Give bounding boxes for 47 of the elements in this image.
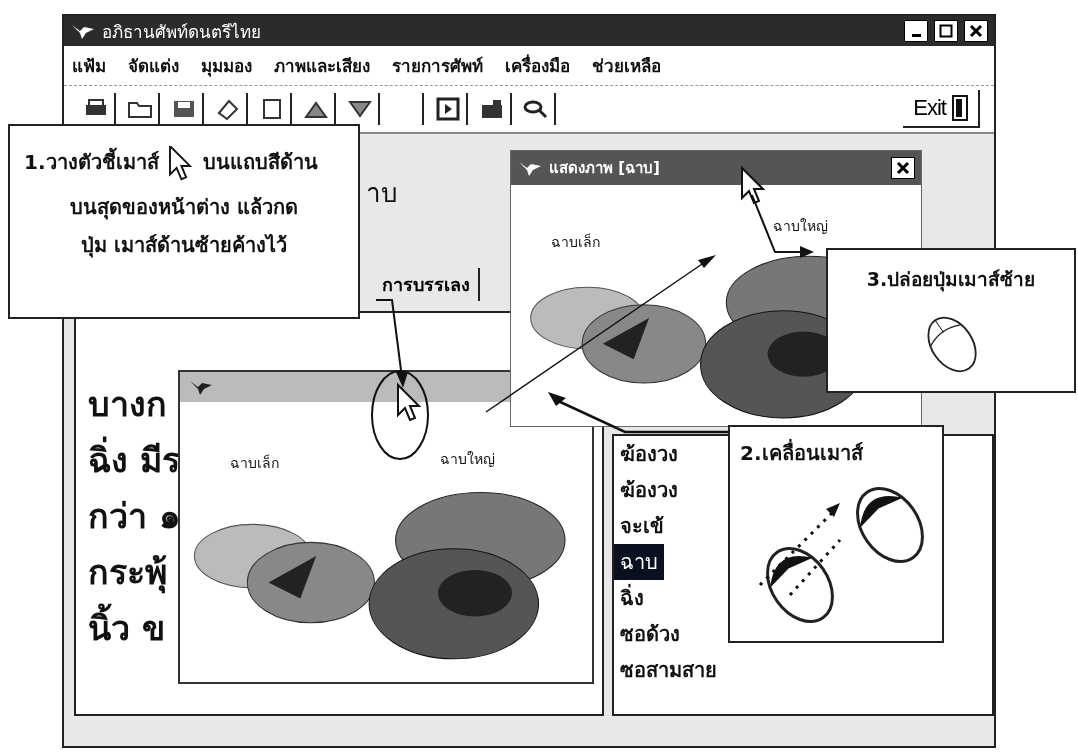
- list-item[interactable]: ซอด้วง: [614, 616, 686, 652]
- minimize-button[interactable]: [904, 20, 928, 42]
- cursor-icon: [397, 382, 422, 422]
- callout-text: 2.เคลื่อนเมาส์: [740, 438, 863, 467]
- door-icon: [952, 95, 968, 121]
- exit-button[interactable]: Exit: [903, 90, 980, 128]
- entry-text: กระพุ้: [88, 551, 167, 593]
- menu-item[interactable]: แฟ้ม: [72, 52, 106, 79]
- window-title: แสดงภาพ [ฉาบ]: [549, 158, 661, 179]
- menu-item[interactable]: ภาพและเสียง: [274, 52, 370, 79]
- callout-text: บนสุดของหน้าต่าง แล้วกดปุ่ม เมาส์ด้านซ้ายค้างไว้: [69, 194, 299, 260]
- picture-label: ฉาบใหญ่: [440, 450, 495, 469]
- title-bar[interactable]: แสดงภาพ [ฉาบ]: [511, 151, 921, 185]
- mouse-icon: [856, 487, 924, 563]
- callout-text: 3.ปล่อยปุ่มเมาส์ซ้าย: [866, 267, 1036, 294]
- list-item[interactable]: ฆ้องวง: [614, 436, 684, 472]
- menu-item[interactable]: ช่วยเหลือ: [592, 52, 661, 79]
- list-item[interactable]: ฉาบ: [614, 544, 664, 580]
- close-button[interactable]: [964, 20, 988, 42]
- menu-item[interactable]: มุมมอง: [201, 52, 252, 79]
- play-icon: [435, 97, 461, 121]
- tab[interactable]: การบรรเลง: [374, 268, 480, 301]
- picture-label: ฉาบเล็ก: [551, 232, 600, 252]
- menu-item[interactable]: รายการศัพท์: [392, 52, 483, 79]
- picture-label: ฉาบใหญ่: [773, 217, 828, 236]
- list-item[interactable]: จะเข้: [614, 508, 670, 544]
- entry-text: บางก: [88, 383, 167, 425]
- list-item[interactable]: ฆ้องวง: [614, 472, 684, 508]
- close-icon: [969, 24, 983, 38]
- minimize-icon: [911, 33, 921, 37]
- callout-text: บนแถบสีด้าน: [202, 149, 318, 176]
- close-button[interactable]: [891, 157, 915, 179]
- list-item[interactable]: ซอสามสาย: [614, 652, 723, 688]
- mouse-icon: [766, 547, 834, 623]
- menu-item[interactable]: เครื่องมือ: [505, 52, 570, 79]
- menu-item[interactable]: จัดแต่ง: [128, 52, 179, 79]
- maximize-icon: [939, 24, 953, 38]
- list-item[interactable]: ฉิ่ง: [614, 580, 650, 616]
- maximize-button[interactable]: [934, 20, 958, 42]
- entry-text: กว่า ๑: [88, 495, 181, 537]
- callout-text: 1.วางตัวชี้เมาส์: [24, 146, 159, 178]
- window-title: อภิธานศัพท์ดนตรีไทย: [102, 20, 262, 44]
- close-icon: [896, 161, 910, 175]
- entry-heading: าบ: [366, 177, 398, 210]
- cursor-icon: [168, 146, 192, 181]
- picture-label: ฉาบเล็ก: [230, 453, 279, 473]
- cursor-icon: [741, 165, 766, 205]
